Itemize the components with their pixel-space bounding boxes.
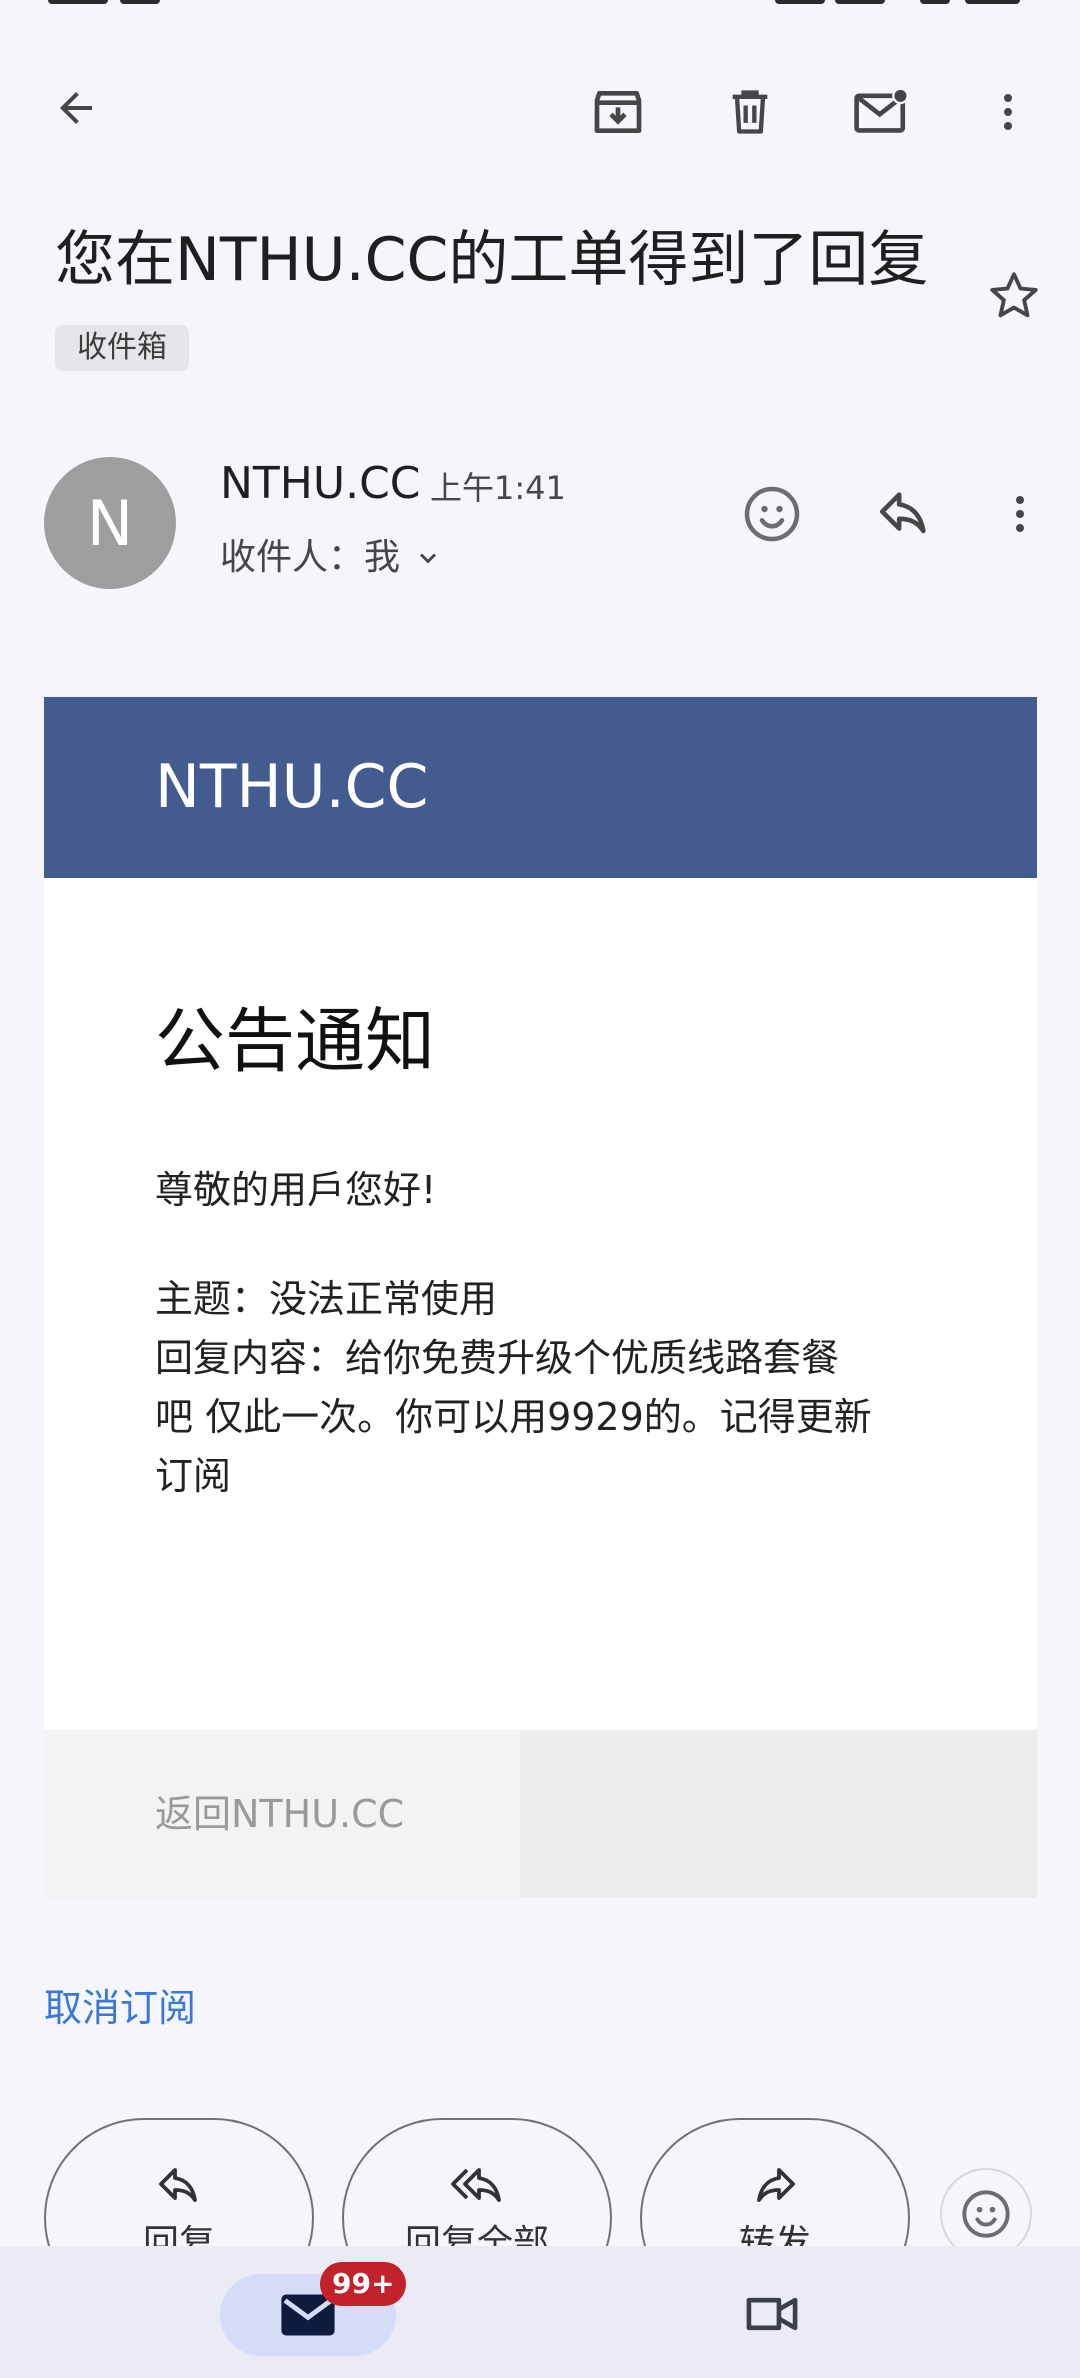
emoji-icon: [744, 486, 800, 542]
email-subject: 您在NTHU.CC的工单得到了回复: [55, 225, 929, 295]
star-outline-icon: [990, 272, 1038, 318]
message-content: 主题：没法正常使用 回复内容：给你免费升级个优质线路套餐 吧 仅此一次。你可以用…: [155, 1270, 915, 1506]
star-button[interactable]: [978, 260, 1050, 332]
back-button[interactable]: [40, 72, 112, 144]
delete-button[interactable]: [710, 72, 790, 152]
archive-icon: [594, 91, 642, 134]
more-vert-icon: [1004, 94, 1012, 130]
email-footer-right: [520, 1730, 1037, 1898]
chevron-down-icon: [420, 553, 437, 564]
unread-count-badge: 99+: [320, 2262, 407, 2306]
more-options-button[interactable]: [968, 72, 1048, 152]
add-reaction-button[interactable]: [734, 476, 810, 552]
email-footer-left: 返回NTHU.CC: [44, 1730, 520, 1898]
unsubscribe-link[interactable]: 取消订阅: [44, 1982, 196, 2034]
status-bar: [0, 0, 1080, 16]
archive-button[interactable]: [578, 72, 658, 152]
video-camera-icon: [746, 2297, 798, 2331]
reply-icon: [879, 492, 926, 534]
emoji-icon: [962, 2190, 1010, 2238]
recipient-details-toggle[interactable]: 收件人：我: [220, 532, 442, 584]
trash-icon: [732, 90, 768, 134]
greeting-text: 尊敬的用戶您好!: [155, 1168, 437, 1212]
sender-name: NTHU.CC: [220, 458, 421, 509]
reply-line-3: 订阅: [155, 1454, 232, 1498]
brand-title: NTHU.CC: [155, 752, 429, 822]
forward-icon: [757, 2168, 795, 2202]
notice-title: 公告通知: [155, 1000, 435, 1082]
inbox-label-chip[interactable]: 收件箱: [55, 325, 189, 371]
reply-line-2: 吧 仅此一次。你可以用9929的。记得更新: [155, 1395, 872, 1439]
mail-unread-icon: [854, 87, 909, 133]
back-to-site-link[interactable]: 返回NTHU.CC: [155, 1788, 404, 1840]
sender-avatar[interactable]: N: [44, 457, 176, 589]
reply-all-icon: [451, 2168, 501, 2202]
email-body-card: 公告通知 尊敬的用戶您好! 主题：没法正常使用 回复内容：给你免费升级个优质线路…: [44, 878, 1037, 1730]
recipient-label: 收件人：我: [220, 537, 401, 578]
nav-meet-tab[interactable]: [740, 2282, 804, 2346]
email-banner: NTHU.CC: [44, 697, 1037, 878]
more-vert-icon: [1016, 496, 1024, 532]
reply-button[interactable]: [866, 476, 942, 552]
sent-time: 上午1:41: [430, 469, 566, 507]
reply-icon: [159, 2168, 197, 2202]
bottom-navigation: 99+: [0, 2246, 1080, 2378]
arrow-back-icon: [60, 92, 92, 124]
message-more-button[interactable]: [982, 476, 1058, 552]
reply-line-1: 回复内容：给你免费升级个优质线路套餐: [155, 1336, 840, 1380]
topic-line: 主题：没法正常使用: [155, 1277, 498, 1321]
mark-unread-button[interactable]: [840, 72, 924, 152]
